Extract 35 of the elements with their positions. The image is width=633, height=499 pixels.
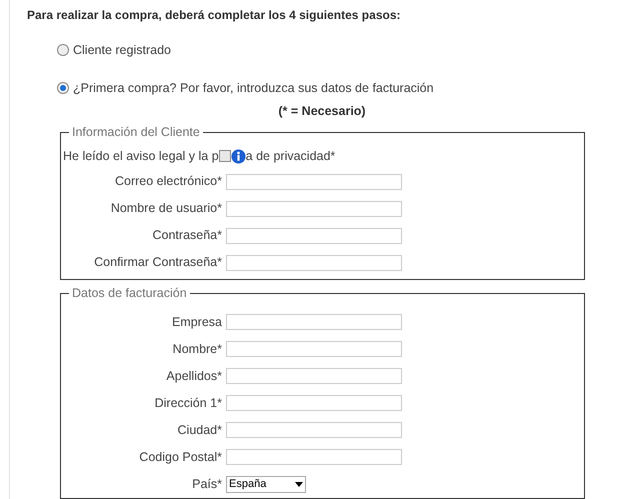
field-label: Nombre de usuario* [110,200,223,218]
text-input[interactable] [226,341,402,358]
text-input[interactable] [226,174,402,190]
privacy-text: a de privacidad* [246,148,336,165]
field-label: País* [191,476,223,493]
text-input[interactable] [226,368,402,384]
field-label: Codigo Postal* [138,448,223,466]
field-label: Ciudad* [176,422,223,439]
panel-legend: Datos de facturación [69,284,190,303]
field-label: Apellidos* [165,368,223,385]
info-icon[interactable] [230,148,246,164]
text-input[interactable] [226,422,402,438]
radio-button[interactable] [57,44,69,56]
text-input[interactable] [226,314,402,330]
instructions-heading: Para realizar la compra, deberá completar los 4 siguientes pasos: [27,7,400,24]
field-label: Dirección 1* [154,394,223,412]
field-label: Confirmar Contraseña* [93,254,223,272]
text-input[interactable] [226,228,402,244]
country-select[interactable]: España [226,476,306,493]
text-input[interactable] [226,395,402,412]
field-label: Contraseña* [152,227,223,244]
radio-button[interactable] [57,82,69,94]
text-input[interactable] [226,254,402,270]
panel-legend: Información del Cliente [69,123,203,142]
caret-icon [295,482,303,487]
field-label: Nombre* [172,340,223,358]
privacy-checkbox[interactable] [218,150,231,162]
privacy-text: He leído el aviso legal y la p [63,148,219,165]
field-label: Empresa [170,314,223,331]
field-label: Correo electrónico* [114,173,223,190]
text-input[interactable] [226,200,402,216]
required-note: (* = Necesario) [278,102,366,120]
text-input[interactable] [226,449,402,466]
radio-label: ¿Primera compra? Por favor, introduzca sus datos de facturación [73,80,434,97]
radio-label: Cliente registrado [73,42,171,59]
